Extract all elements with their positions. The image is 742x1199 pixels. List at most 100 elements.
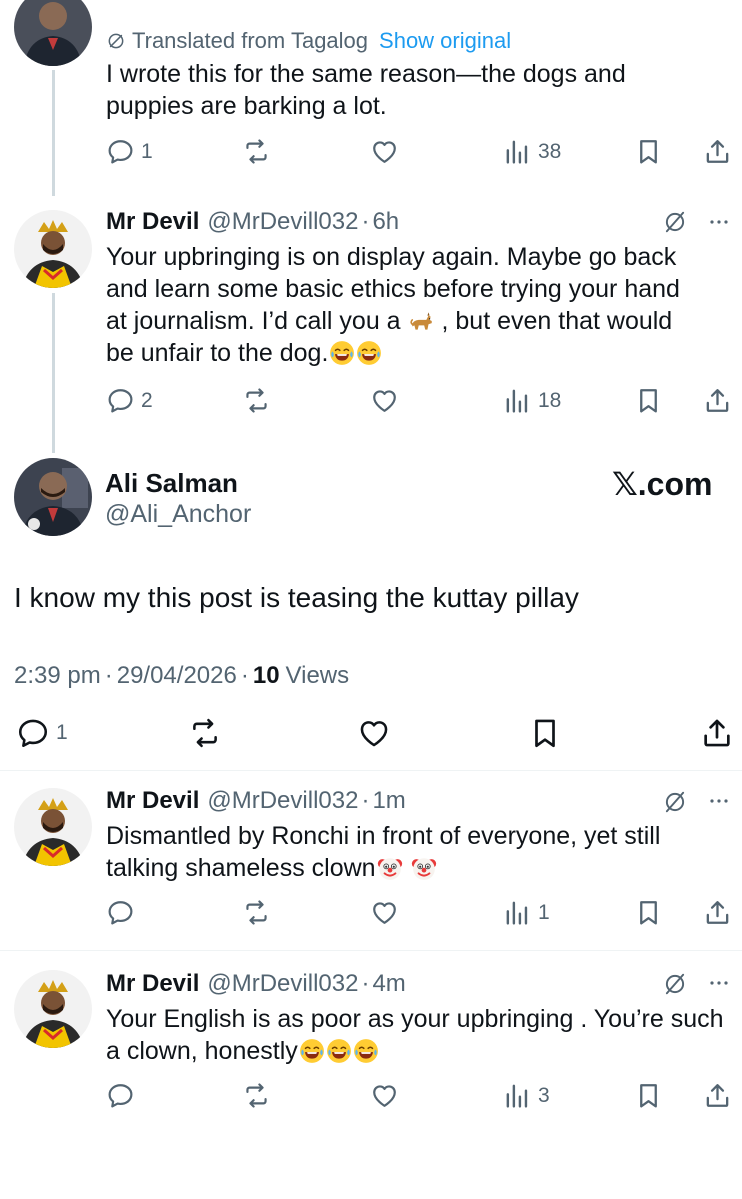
share-button[interactable] [703, 898, 732, 927]
bookmark-icon [634, 1081, 663, 1110]
views-count: 10 [252, 662, 280, 689]
reply-icon [106, 386, 135, 415]
reply-icon [106, 137, 135, 166]
bookmark-button[interactable] [634, 898, 663, 927]
repost-button[interactable] [242, 137, 271, 166]
post-text-line: Your upbringing is on display again. May… [106, 243, 677, 271]
post-meta: 2:39 pm · 29/04/2026 · 10 Views [14, 662, 349, 690]
views-icon [503, 137, 532, 166]
post-text-segment: at journalism. I’d call you a [106, 307, 401, 335]
reply-icon [106, 898, 135, 927]
show-original-link[interactable]: Show original [379, 28, 511, 54]
views-icon [503, 1081, 532, 1110]
grok-icon[interactable] [662, 209, 688, 235]
post-time[interactable]: 2:39 pm [14, 662, 101, 690]
like-button[interactable] [370, 898, 399, 927]
grok-icon[interactable] [662, 789, 688, 815]
post-date[interactable]: 29/04/2026 [117, 662, 237, 690]
views-button[interactable]: 18 [503, 386, 561, 415]
separator: · [361, 787, 370, 814]
share-button[interactable] [703, 386, 732, 415]
repost-button[interactable] [242, 898, 271, 927]
bookmark-button[interactable] [634, 1081, 663, 1110]
share-button[interactable] [700, 716, 734, 750]
reply-button[interactable]: 2 [106, 386, 153, 415]
translate-icon [106, 31, 126, 51]
reply-count: 2 [141, 388, 153, 412]
views-button[interactable]: 38 [503, 137, 561, 166]
handle[interactable]: @MrDevill032 [207, 970, 358, 998]
views-icon [503, 898, 532, 927]
author-handle[interactable]: @Ali_Anchor [105, 500, 251, 529]
laughing-emoji [326, 1038, 352, 1064]
reply-count: 1 [141, 139, 153, 163]
grok-icon[interactable] [662, 971, 688, 997]
reply-count: 1 [56, 721, 68, 744]
more-icon[interactable] [707, 789, 731, 813]
bookmark-button[interactable] [634, 137, 663, 166]
repost-icon [242, 386, 271, 415]
post-text-segment: a clown, honestly [106, 1037, 298, 1065]
reply-button[interactable] [106, 1081, 135, 1110]
divider [0, 770, 742, 771]
more-icon[interactable] [707, 971, 731, 995]
bookmark-icon [634, 898, 663, 927]
avatar[interactable] [14, 210, 92, 288]
timestamp[interactable]: 4m [372, 970, 405, 998]
like-button[interactable] [370, 1081, 399, 1110]
like-button[interactable] [370, 137, 399, 166]
like-button[interactable] [357, 716, 391, 750]
avatar[interactable] [14, 788, 92, 866]
post-text-line: Your English is as poor as your upbringi… [106, 1005, 724, 1033]
handle[interactable]: @MrDevill032 [207, 787, 358, 815]
reply-header: Mr Devil @MrDevill032 · 1m [106, 786, 406, 816]
heart-icon [370, 1081, 399, 1110]
repost-button[interactable] [242, 1081, 271, 1110]
reply-button[interactable]: 1 [106, 137, 153, 166]
handle[interactable]: @MrDevill032 [207, 208, 358, 236]
avatar[interactable] [14, 458, 92, 536]
laughing-emoji [356, 340, 382, 366]
laughing-emoji [353, 1038, 379, 1064]
reply-icon [106, 1081, 135, 1110]
repost-button[interactable] [188, 716, 222, 750]
views-button[interactable]: 3 [503, 1081, 550, 1110]
divider [0, 950, 742, 951]
post-text-line: at journalism. I’d call you a , but even… [106, 305, 726, 337]
share-button[interactable] [703, 137, 732, 166]
share-icon [703, 386, 732, 415]
bookmark-button[interactable] [528, 716, 562, 750]
more-icon[interactable] [707, 210, 731, 234]
author-name[interactable]: Ali Salman [105, 468, 238, 499]
share-button[interactable] [703, 1081, 732, 1110]
reply-header: Mr Devil @MrDevill032 · 4m [106, 969, 406, 999]
display-name[interactable]: Mr Devil [106, 208, 199, 236]
translation-row: Translated from Tagalog Show original [106, 27, 511, 55]
timestamp[interactable]: 6h [372, 208, 399, 236]
laughing-emoji [299, 1038, 325, 1064]
post-text-line: a clown, honestly [106, 1035, 736, 1067]
repost-icon [242, 898, 271, 927]
post-text-segment: talking shameless clown [106, 854, 376, 882]
avatar[interactable] [14, 970, 92, 1048]
separator: · [361, 970, 370, 997]
display-name[interactable]: Mr Devil [106, 787, 199, 815]
views-count: 3 [538, 1083, 550, 1107]
views-button[interactable]: 1 [503, 898, 550, 927]
reply-header: Mr Devil @MrDevill032 · 6h [106, 207, 399, 237]
thread-line [52, 293, 55, 453]
heart-icon [370, 898, 399, 927]
post-text-segment: , but even that would [441, 307, 673, 335]
share-icon [703, 1081, 732, 1110]
post-text: Your English is as poor as your upbringi… [106, 1003, 736, 1067]
reply-icon [16, 716, 50, 750]
reply-button[interactable]: 1 [16, 716, 68, 750]
like-button[interactable] [370, 386, 399, 415]
timestamp[interactable]: 1m [372, 787, 405, 815]
reply-button[interactable] [106, 898, 135, 927]
display-name[interactable]: Mr Devil [106, 970, 199, 998]
avatar[interactable] [14, 0, 92, 66]
repost-button[interactable] [242, 386, 271, 415]
bookmark-button[interactable] [634, 386, 663, 415]
post-text: Your upbringing is on display again. May… [106, 241, 726, 369]
